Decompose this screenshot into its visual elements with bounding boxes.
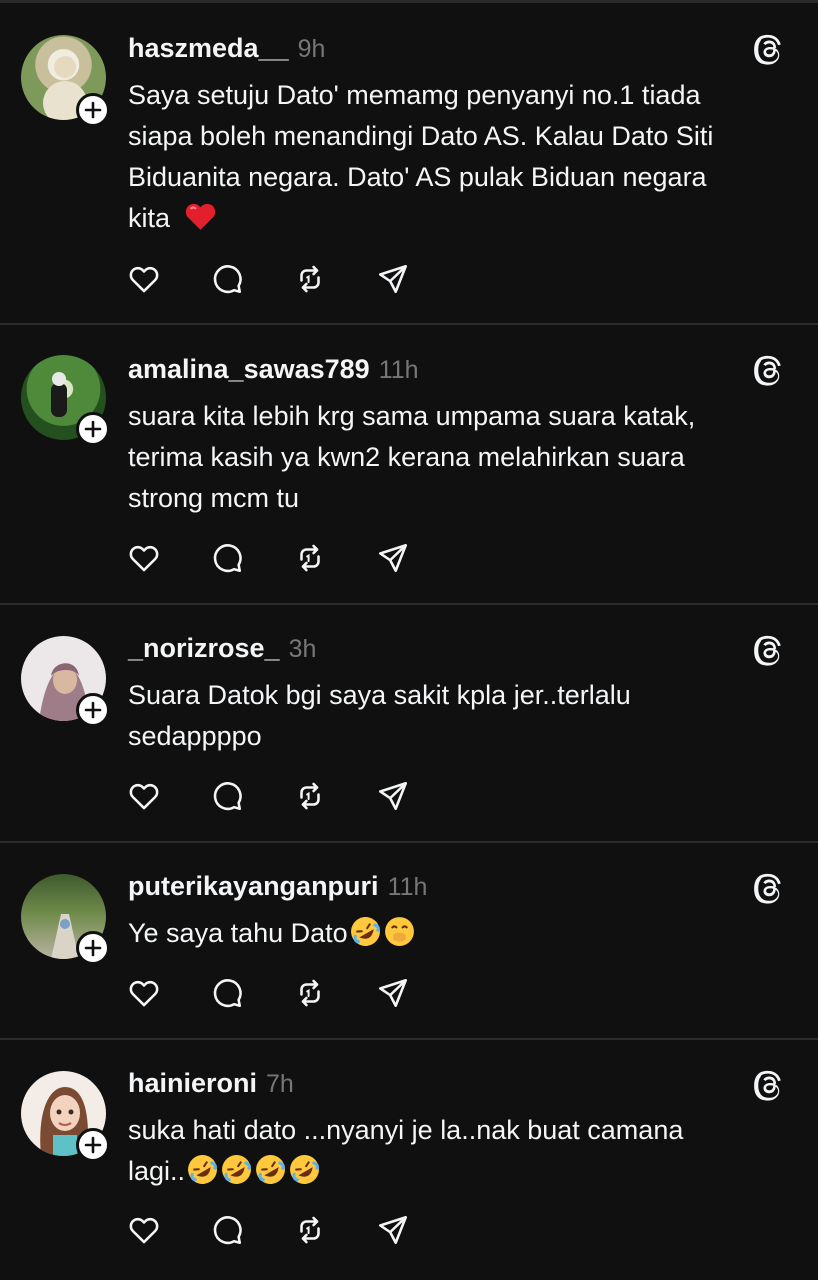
- repost-icon: [300, 265, 320, 293]
- comment-post: amalina_sawas789 11h suara kita lebih kr…: [0, 325, 818, 605]
- reply-button[interactable]: [209, 1212, 245, 1248]
- comment-icon: [213, 782, 242, 811]
- heart-icon: [129, 784, 159, 810]
- comment-icon: [213, 544, 242, 573]
- username[interactable]: hainieroni: [128, 1068, 257, 1099]
- repost-button[interactable]: [292, 1212, 328, 1248]
- comment-post: haszmeda__ 9h Saya setuju Dato' memamg p…: [0, 3, 818, 325]
- repost-icon: [300, 544, 320, 572]
- threads-icon[interactable]: [753, 871, 787, 905]
- send-icon: [378, 543, 408, 573]
- like-button[interactable]: [126, 540, 162, 576]
- share-button[interactable]: [375, 540, 411, 576]
- repost-icon: [300, 782, 320, 810]
- comment-icon: [213, 265, 242, 294]
- rofl-emoji: [188, 1155, 217, 1184]
- reply-button[interactable]: [209, 540, 245, 576]
- comment-icon: [213, 1216, 242, 1245]
- comment-text: suara kita lebih krg sama umpama suara k…: [128, 401, 696, 513]
- share-button[interactable]: [375, 261, 411, 297]
- repost-button[interactable]: [292, 975, 328, 1011]
- threads-icon[interactable]: [753, 1068, 787, 1102]
- heart-icon: [129, 546, 159, 572]
- timestamp: 3h: [288, 635, 317, 663]
- plus-icon: [84, 420, 102, 438]
- follow-button[interactable]: [76, 1128, 110, 1162]
- like-button[interactable]: [126, 778, 162, 814]
- threads-icon[interactable]: [753, 32, 787, 66]
- rofl-emoji: [350, 917, 380, 946]
- reply-button[interactable]: [209, 975, 245, 1011]
- follow-button[interactable]: [76, 412, 110, 446]
- timestamp: 9h: [297, 35, 326, 63]
- timestamp: 11h: [378, 356, 419, 384]
- comment-post: hainieroni 7h suka hati dato ...nyanyi j…: [0, 1040, 818, 1280]
- username[interactable]: haszmeda__: [128, 33, 289, 64]
- rofl-emoji: [290, 1155, 319, 1184]
- comment-text: Saya setuju Dato' memamg penyanyi no.1 t…: [128, 80, 714, 233]
- reply-button[interactable]: [209, 778, 245, 814]
- comment-icon: [213, 979, 242, 1008]
- share-button[interactable]: [375, 778, 411, 814]
- follow-button[interactable]: [76, 93, 110, 127]
- share-button[interactable]: [375, 975, 411, 1011]
- send-icon: [378, 1215, 408, 1245]
- red-heart-emoji: [185, 203, 216, 230]
- username[interactable]: amalina_sawas789: [128, 354, 370, 385]
- follow-button[interactable]: [76, 693, 110, 727]
- plus-icon: [84, 101, 102, 119]
- like-button[interactable]: [126, 1212, 162, 1248]
- follow-button[interactable]: [76, 931, 110, 965]
- plus-icon: [84, 939, 102, 957]
- plus-icon: [84, 701, 102, 719]
- like-button[interactable]: [126, 261, 162, 297]
- comment-text: Suara Datok bgi saya sakit kpla jer..ter…: [128, 680, 631, 751]
- hand-over-mouth-emoji: [384, 917, 414, 946]
- timestamp: 7h: [266, 1070, 294, 1098]
- threads-icon[interactable]: [753, 353, 787, 387]
- repost-button[interactable]: [292, 540, 328, 576]
- reply-button[interactable]: [209, 261, 245, 297]
- send-icon: [378, 781, 408, 811]
- username[interactable]: puterikayanganpuri: [128, 871, 379, 902]
- like-button[interactable]: [126, 975, 162, 1011]
- send-icon: [378, 978, 408, 1008]
- share-button[interactable]: [375, 1212, 411, 1248]
- comment-post: _norizrose_ 3h Suara Datok bgi saya saki…: [0, 605, 818, 843]
- rofl-emoji: [222, 1155, 251, 1184]
- username[interactable]: _norizrose_: [128, 633, 280, 664]
- send-icon: [378, 264, 408, 294]
- repost-button[interactable]: [292, 778, 328, 814]
- heart-icon: [129, 267, 159, 293]
- repost-icon: [300, 1216, 320, 1244]
- comment-text: Ye saya tahu Dato: [128, 913, 788, 954]
- timestamp: 11h: [387, 873, 428, 901]
- comment-post: puterikayanganpuri 11h Ye saya tahu Dato: [0, 843, 818, 1040]
- comment-text: suka hati dato ...nyanyi je la..nak buat…: [128, 1110, 788, 1192]
- heart-icon: [129, 981, 159, 1007]
- repost-icon: [300, 979, 320, 1007]
- rofl-emoji: [256, 1155, 285, 1184]
- heart-icon: [129, 1218, 159, 1244]
- threads-icon[interactable]: [753, 633, 787, 667]
- plus-icon: [84, 1136, 102, 1154]
- repost-button[interactable]: [292, 261, 328, 297]
